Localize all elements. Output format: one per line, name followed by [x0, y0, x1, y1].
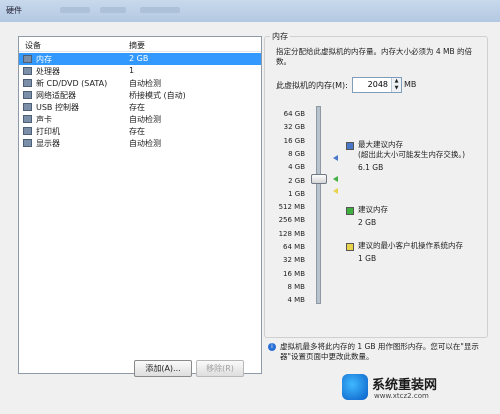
device-list-header: 设备 摘要 [19, 37, 261, 52]
memory-field-label: 此虚拟机的内存(M): [276, 81, 348, 90]
sound-card-icon [23, 115, 32, 123]
title-bar: 硬件 [0, 0, 500, 23]
memory-tick-label: 8 MB [287, 282, 305, 291]
legend-value: 2 GB [358, 218, 377, 227]
memory-slider-track[interactable] [316, 106, 321, 304]
column-summary[interactable]: 摘要 [129, 40, 145, 51]
memory-tick-label: 32 MB [283, 256, 305, 265]
device-summary: 自动检测 [129, 79, 161, 88]
legend-entry: 建议内存 2 GB [358, 205, 478, 228]
device-name: 处理器 [36, 67, 60, 76]
device-summary: 1 [129, 66, 135, 75]
device-row[interactable]: 声卡 自动检测 [19, 113, 261, 125]
memory-unit: MB [404, 80, 417, 89]
window-title: 硬件 [6, 6, 22, 15]
device-name: USB 控制器 [36, 103, 79, 112]
info-icon: i [268, 343, 276, 351]
memory-tick-label: 32 GB [283, 123, 305, 132]
legend-title: 建议内存 [358, 205, 388, 214]
device-row[interactable]: 新 CD/DVD (SATA) 自动检测 [19, 77, 261, 89]
watermark-url: www.xtcz2.com [374, 392, 429, 400]
memory-tick-label: 256 MB [278, 216, 305, 225]
device-row[interactable]: 网络适配器 桥接模式 (自动) [19, 89, 261, 101]
device-summary: 2 GB [129, 54, 149, 63]
spin-arrows[interactable]: ▲ ▼ [391, 78, 401, 92]
memory-icon [23, 55, 32, 63]
device-row[interactable]: 内存 2 GB [19, 53, 261, 65]
network-adapter-icon [23, 91, 32, 99]
memory-slider-thumb[interactable] [311, 174, 327, 184]
legend-value: 1 GB [358, 254, 377, 263]
memory-tick-label: 64 GB [283, 110, 305, 118]
memory-tick-label: 8 GB [288, 149, 305, 158]
min-recommended-marker-icon [333, 188, 338, 194]
info-text: 虚拟机最多将此内存的 1 GB 用作图形内存。您可以在"显示器"设置页面中更改此… [280, 342, 479, 361]
blurred-menu-item [140, 7, 180, 13]
memory-description: 指定分配给此虚拟机的内存量。内存大小必须为 4 MB 的倍数。 [276, 47, 473, 66]
device-summary: 自动检测 [129, 115, 161, 124]
memory-group-title: 内存 [270, 31, 290, 42]
device-name: 新 CD/DVD (SATA) [36, 79, 108, 88]
memory-tick-label: 64 MB [283, 243, 305, 251]
remove-button[interactable]: 移除(R) [196, 360, 244, 377]
memory-tick-label: 16 GB [283, 136, 305, 145]
memory-tick-label: 1 GB [288, 189, 305, 198]
device-list[interactable]: 设备 摘要 内存 2 GB 处理器 1 新 CD/DVD (SATA) 自动检测 网络适配器… [18, 36, 262, 374]
legend-swatch [346, 207, 354, 215]
processor-icon [23, 67, 32, 75]
legend-entry: 最大建议内存 (超出此大小可能发生内存交换。) 6.1 GB [358, 140, 478, 173]
device-name: 内存 [36, 55, 52, 64]
legend-entry: 建议的最小客户机操作系统内存 1 GB [358, 241, 478, 264]
memory-input[interactable] [354, 79, 388, 89]
device-summary: 自动检测 [129, 139, 161, 148]
device-name: 打印机 [36, 127, 60, 136]
printer-icon [23, 127, 32, 135]
cd-dvd-icon [23, 79, 32, 87]
memory-tick-label: 512 MB [278, 203, 305, 212]
legend-title: 最大建议内存 [358, 140, 403, 149]
device-summary: 存在 [129, 127, 145, 136]
memory-tick-label: 128 MB [278, 229, 305, 238]
blurred-menu-item [60, 7, 90, 13]
spin-up-icon[interactable]: ▲ [392, 78, 401, 85]
watermark: 系统重装网 www.xtcz2.com [342, 372, 492, 406]
memory-tick-label: 4 GB [288, 163, 305, 172]
device-name: 声卡 [36, 115, 52, 124]
legend-swatch [346, 142, 354, 150]
device-row[interactable]: USB 控制器 存在 [19, 101, 261, 113]
legend-swatch [346, 243, 354, 251]
usb-controller-icon [23, 103, 32, 111]
column-device[interactable]: 设备 [25, 40, 41, 51]
max-recommended-marker-icon [333, 155, 338, 161]
legend-note: (超出此大小可能发生内存交换。) [358, 150, 466, 159]
memory-spinbox[interactable]: ▲ ▼ [352, 77, 402, 93]
watermark-title: 系统重装网 [372, 378, 438, 393]
memory-tick-label: 16 MB [283, 269, 305, 278]
legend-title: 建议的最小客户机操作系统内存 [358, 241, 463, 250]
memory-tick-label: 2 GB [288, 176, 305, 185]
device-summary: 存在 [129, 103, 145, 112]
legend-value: 6.1 GB [358, 163, 384, 172]
memory-tick-label: 4 MB [287, 296, 305, 305]
add-button[interactable]: 添加(A)... [134, 360, 192, 377]
device-row[interactable]: 显示器 自动检测 [19, 137, 261, 149]
device-row[interactable]: 打印机 存在 [19, 125, 261, 137]
hardware-dialog: 设备 摘要 内存 2 GB 处理器 1 新 CD/DVD (SATA) 自动检测 网络适配器… [0, 22, 500, 414]
device-name: 显示器 [36, 139, 60, 148]
device-row[interactable]: 处理器 1 [19, 65, 261, 77]
device-name: 网络适配器 [36, 91, 76, 100]
display-icon [23, 139, 32, 147]
device-summary: 桥接模式 (自动) [129, 91, 186, 100]
watermark-logo-icon [342, 374, 368, 400]
spin-down-icon[interactable]: ▼ [392, 85, 401, 92]
blurred-menu-item [100, 7, 126, 13]
recommended-marker-icon [333, 176, 338, 182]
